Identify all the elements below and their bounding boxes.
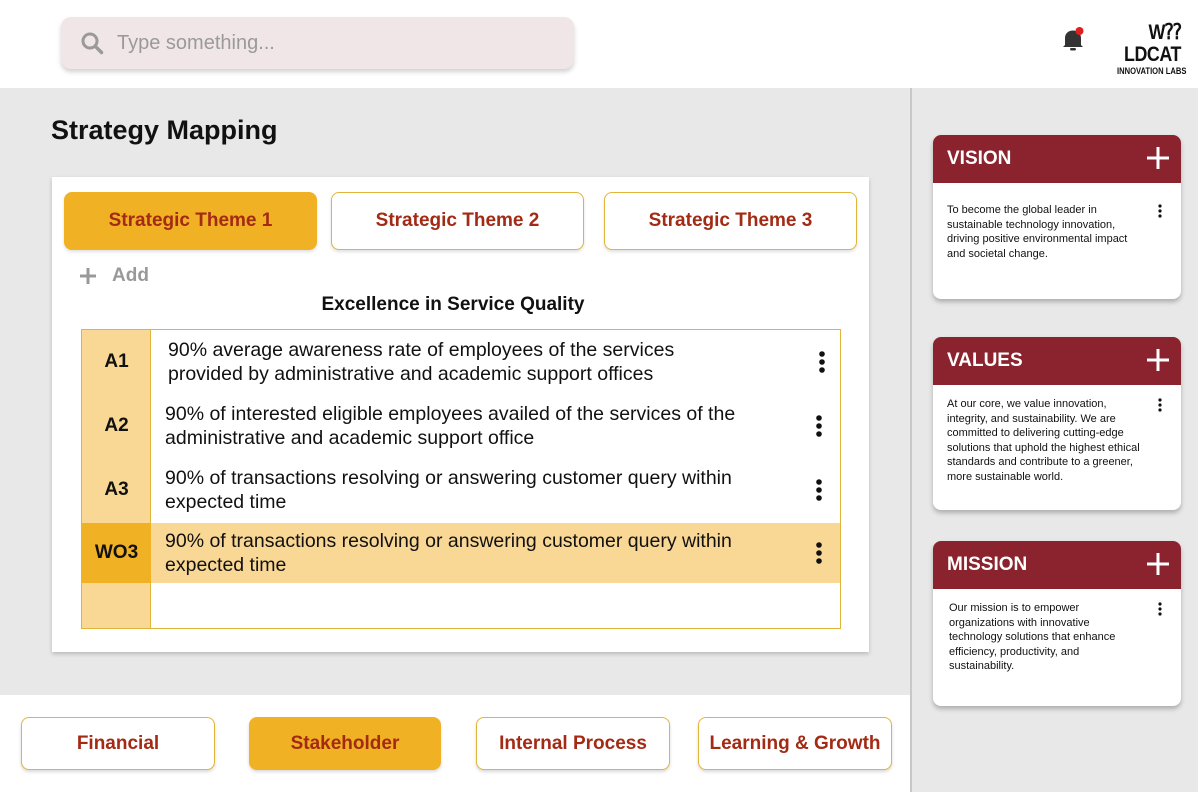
vision-card: VISION To become the global leader in su… [933, 135, 1181, 299]
top-header: W⁇LDCAT INNOVATION LABS [0, 0, 1198, 88]
tab-internal-process[interactable]: Internal Process [476, 717, 670, 770]
card-title: VALUES [947, 350, 1023, 371]
search-bar[interactable] [61, 17, 574, 69]
add-label: Add [112, 265, 149, 286]
card-body: Our mission is to empower organizations … [933, 589, 1181, 674]
mission-card: MISSION Our mission is to empower organi… [933, 541, 1181, 706]
row-description: 90% of interested eligible employees ava… [165, 403, 736, 449]
table-row[interactable]: A2 90% of interested eligible employees … [82, 394, 840, 458]
card-body: At our core, we value innovation, integr… [933, 385, 1181, 484]
add-mission-plus-icon[interactable] [1147, 553, 1169, 575]
row-code: A3 [104, 479, 129, 500]
table-row[interactable]: A1 90% average awareness rate of employe… [82, 330, 840, 394]
more-options-icon[interactable] [1157, 204, 1163, 218]
card-header: MISSION [933, 541, 1181, 589]
main-content: Strategy Mapping Strategic Theme 1 Strat… [0, 88, 910, 695]
card-header: VISION [933, 135, 1181, 183]
table-row-selected[interactable]: WO3 90% of transactions resolving or ans… [82, 523, 840, 583]
tab-strategic-theme-2[interactable]: Strategic Theme 2 [331, 192, 584, 250]
search-icon [81, 32, 104, 55]
more-options-icon[interactable] [815, 478, 823, 502]
card-text: At our core, we value innovation, integr… [947, 398, 1140, 483]
perspective-bar: Financial Stakeholder Internal Process L… [0, 695, 910, 792]
tab-learning-growth[interactable]: Learning & Growth [698, 717, 892, 770]
row-description: 90% of transactions resolving or answeri… [165, 530, 732, 576]
search-input[interactable] [117, 17, 557, 69]
tab-stakeholder[interactable]: Stakeholder [249, 717, 441, 770]
card-title: VISION [947, 148, 1012, 169]
logo-wordmark: W⁇LDCAT [1123, 21, 1181, 66]
table-row-empty[interactable] [82, 583, 840, 628]
more-options-icon[interactable] [815, 541, 823, 565]
right-panel: VISION To become the global leader in su… [910, 88, 1198, 792]
more-options-icon[interactable] [1157, 602, 1163, 616]
card-body: To become the global leader in sustainab… [933, 183, 1181, 261]
logo-tagline: INNOVATION LABS [1117, 66, 1187, 77]
more-options-icon[interactable] [1157, 398, 1163, 412]
add-values-plus-icon[interactable] [1147, 349, 1169, 371]
row-code: A2 [104, 415, 129, 436]
card-title: MISSION [947, 554, 1028, 575]
row-code: WO3 [82, 523, 151, 583]
tab-strategic-theme-1[interactable]: Strategic Theme 1 [64, 192, 317, 250]
row-description: 90% average awareness rate of employees … [168, 339, 675, 385]
row-code: A1 [104, 351, 129, 372]
table-row[interactable]: A3 90% of transactions resolving or answ… [82, 458, 840, 522]
strategy-card: Strategic Theme 1 Strategic Theme 2 Stra… [52, 177, 869, 652]
card-header: VALUES [933, 337, 1181, 385]
tab-strategic-theme-3[interactable]: Strategic Theme 3 [604, 192, 857, 250]
notification-bell-icon[interactable] [1059, 25, 1087, 53]
section-title: Excellence in Service Quality [321, 294, 585, 315]
card-text: Our mission is to empower organizations … [949, 602, 1116, 672]
add-objective-button[interactable]: Add [78, 265, 149, 287]
add-vision-plus-icon[interactable] [1147, 147, 1169, 169]
page-title: Strategy Mapping [51, 115, 278, 145]
objectives-table: A1 90% average awareness rate of employe… [81, 329, 841, 629]
more-options-icon[interactable] [815, 414, 823, 438]
row-description: 90% of transactions resolving or answeri… [165, 467, 732, 513]
company-logo: W⁇LDCAT INNOVATION LABS [1101, 22, 1186, 78]
more-options-icon[interactable] [818, 350, 826, 374]
values-card: VALUES At our core, we value innovation,… [933, 337, 1181, 510]
tab-financial[interactable]: Financial [21, 717, 215, 770]
plus-icon [80, 268, 96, 284]
card-text: To become the global leader in sustainab… [947, 204, 1128, 260]
